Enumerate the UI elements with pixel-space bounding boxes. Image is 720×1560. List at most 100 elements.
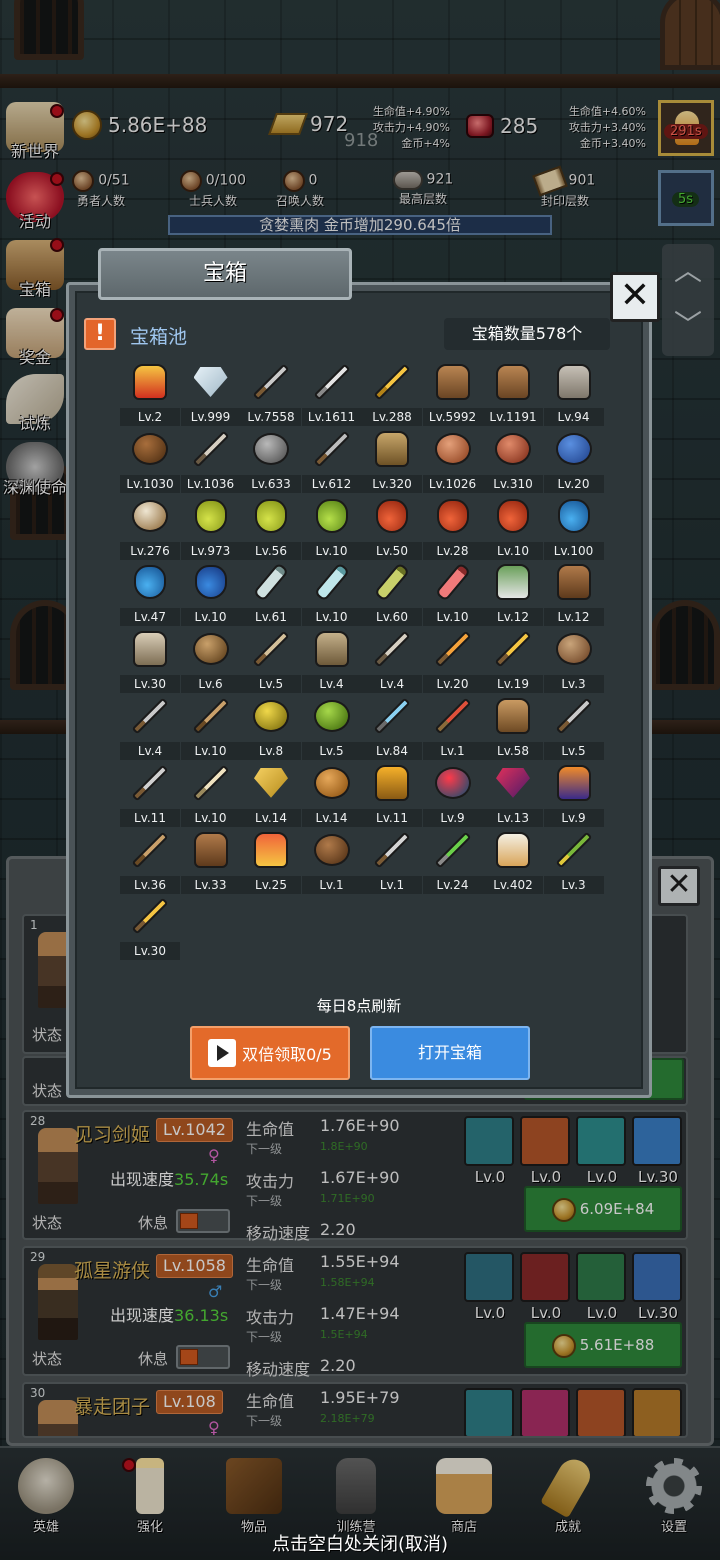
chest-item[interactable]: Lv.10	[180, 562, 241, 628]
item-level: Lv.12	[483, 608, 543, 627]
item-level: Lv.3	[543, 875, 604, 894]
item-level: Lv.2	[120, 408, 180, 426]
chest-item[interactable]: Lv.7558	[241, 362, 301, 428]
chest-item[interactable]: Lv.4	[301, 629, 362, 695]
chest-item[interactable]: Lv.5	[241, 629, 301, 695]
sword-steel-icon	[310, 362, 354, 402]
pool-title: 宝箱池	[130, 326, 188, 348]
limes-icon	[310, 696, 354, 736]
chest-item[interactable]: Lv.20	[543, 429, 604, 495]
chest-item[interactable]: Lv.1	[301, 830, 362, 896]
chest-item[interactable]: Lv.633	[241, 429, 301, 495]
crystal-icon	[491, 763, 535, 803]
chest-item[interactable]: Lv.10	[483, 496, 543, 562]
chest-count: 宝箱数量578个	[444, 318, 610, 350]
chest-item[interactable]: Lv.60	[362, 562, 422, 628]
flour-bowl-icon	[128, 496, 172, 536]
chest-item[interactable]: Lv.10	[180, 696, 241, 762]
item-level: Lv.10	[180, 608, 241, 627]
chest-item[interactable]: Lv.1030	[120, 429, 180, 495]
chest-item[interactable]: Lv.999	[180, 362, 241, 428]
chest-item[interactable]: Lv.5	[301, 696, 362, 762]
chest-item[interactable]: Lv.61	[241, 562, 301, 628]
chest-item[interactable]: Lv.612	[301, 429, 362, 495]
item-level: Lv.50	[362, 541, 422, 560]
chest-item[interactable]: Lv.4	[120, 696, 180, 762]
item-level: Lv.36	[120, 875, 180, 894]
chest-item[interactable]: Lv.5	[543, 696, 604, 762]
vial-red-icon	[431, 562, 475, 603]
item-level: Lv.100	[543, 541, 604, 560]
chest-item[interactable]: Lv.100	[543, 496, 604, 562]
chest-item[interactable]: Lv.11	[362, 763, 422, 829]
item-level: Lv.8	[241, 742, 301, 760]
item-level: Lv.5	[543, 742, 604, 760]
chest-item[interactable]: Lv.973	[180, 496, 241, 562]
chest-item[interactable]: Lv.56	[241, 496, 301, 562]
chest-item[interactable]: Lv.50	[362, 496, 422, 562]
ham-icon	[431, 429, 475, 469]
chest-item[interactable]: Lv.14	[301, 763, 362, 829]
item-level: Lv.56	[241, 541, 301, 560]
chest-item[interactable]: Lv.320	[362, 429, 422, 495]
chest-item[interactable]: Lv.47	[120, 562, 180, 628]
chest-item[interactable]: Lv.25	[241, 830, 301, 896]
chest-item[interactable]: Lv.28	[422, 496, 483, 562]
chest-item[interactable]: Lv.9	[422, 763, 483, 829]
chest-item[interactable]: Lv.84	[362, 696, 422, 762]
chest-item[interactable]: Lv.10	[422, 562, 483, 628]
ice-wand-icon	[370, 696, 414, 736]
chest-item[interactable]: Lv.10	[301, 496, 362, 562]
chest-item[interactable]: Lv.10	[301, 562, 362, 628]
chest-item[interactable]: Lv.20	[422, 629, 483, 695]
potion-yellow-icon	[189, 496, 233, 536]
chest-item[interactable]: Lv.310	[483, 429, 543, 495]
chest-item[interactable]: Lv.19	[483, 629, 543, 695]
chest-item[interactable]: Lv.276	[120, 496, 180, 562]
chest-item[interactable]: Lv.13	[483, 763, 543, 829]
chest-item[interactable]: Lv.1191	[483, 362, 543, 428]
chest-item[interactable]: Lv.4	[362, 629, 422, 695]
chest-item[interactable]: Lv.14	[241, 763, 301, 829]
item-level: Lv.288	[362, 408, 422, 426]
chest-item[interactable]: Lv.402	[483, 830, 543, 896]
chest-item[interactable]: Lv.6	[180, 629, 241, 695]
chest-item[interactable]: Lv.12	[543, 562, 604, 628]
chest-item[interactable]: Lv.30	[120, 896, 180, 962]
refresh-note: 每日8点刷新	[316, 997, 402, 1015]
chest-item[interactable]: Lv.1	[362, 830, 422, 896]
chest-item[interactable]: Lv.58	[483, 696, 543, 762]
chest-item[interactable]: Lv.10	[180, 763, 241, 829]
chest-item[interactable]: Lv.1611	[301, 362, 362, 428]
chest-item[interactable]: Lv.24	[422, 830, 483, 896]
item-level: Lv.1	[422, 742, 483, 760]
chest-item[interactable]: Lv.3	[543, 830, 604, 896]
chest-item[interactable]: Lv.36	[120, 830, 180, 896]
chest-item[interactable]: Lv.11	[120, 763, 180, 829]
steak-icon	[491, 429, 535, 469]
chest-item[interactable]: Lv.3	[543, 629, 604, 695]
chest-item[interactable]: Lv.30	[120, 629, 180, 695]
chest-item[interactable]: Lv.1026	[422, 429, 483, 495]
open-chest-button[interactable]: 打开宝箱	[370, 1026, 530, 1080]
hammer-icon	[310, 429, 354, 469]
chest-item[interactable]: Lv.1036	[180, 429, 241, 495]
item-level: Lv.402	[483, 875, 543, 894]
chest-item[interactable]: Lv.5992	[422, 362, 483, 428]
chest-item[interactable]: Lv.2	[120, 362, 180, 428]
modal-close-button[interactable]: ✕	[610, 272, 660, 322]
chest-item[interactable]: Lv.94	[543, 362, 604, 428]
chest-item[interactable]: Lv.1	[422, 696, 483, 762]
chest-item[interactable]: Lv.12	[483, 562, 543, 628]
chest-item[interactable]: Lv.8	[241, 696, 301, 762]
green-wand-icon	[431, 830, 475, 870]
double-claim-button[interactable]: 双倍领取0/5	[190, 1026, 350, 1080]
item-level: Lv.1	[301, 875, 362, 894]
item-level: Lv.4	[120, 742, 180, 760]
chest-item[interactable]: Lv.33	[180, 830, 241, 896]
chest-item[interactable]: Lv.288	[362, 362, 422, 428]
ruby-staff-icon	[431, 696, 475, 736]
beer-mug-icon	[491, 830, 535, 870]
chest-item[interactable]: Lv.9	[543, 763, 604, 829]
item-level: Lv.33	[180, 875, 241, 894]
